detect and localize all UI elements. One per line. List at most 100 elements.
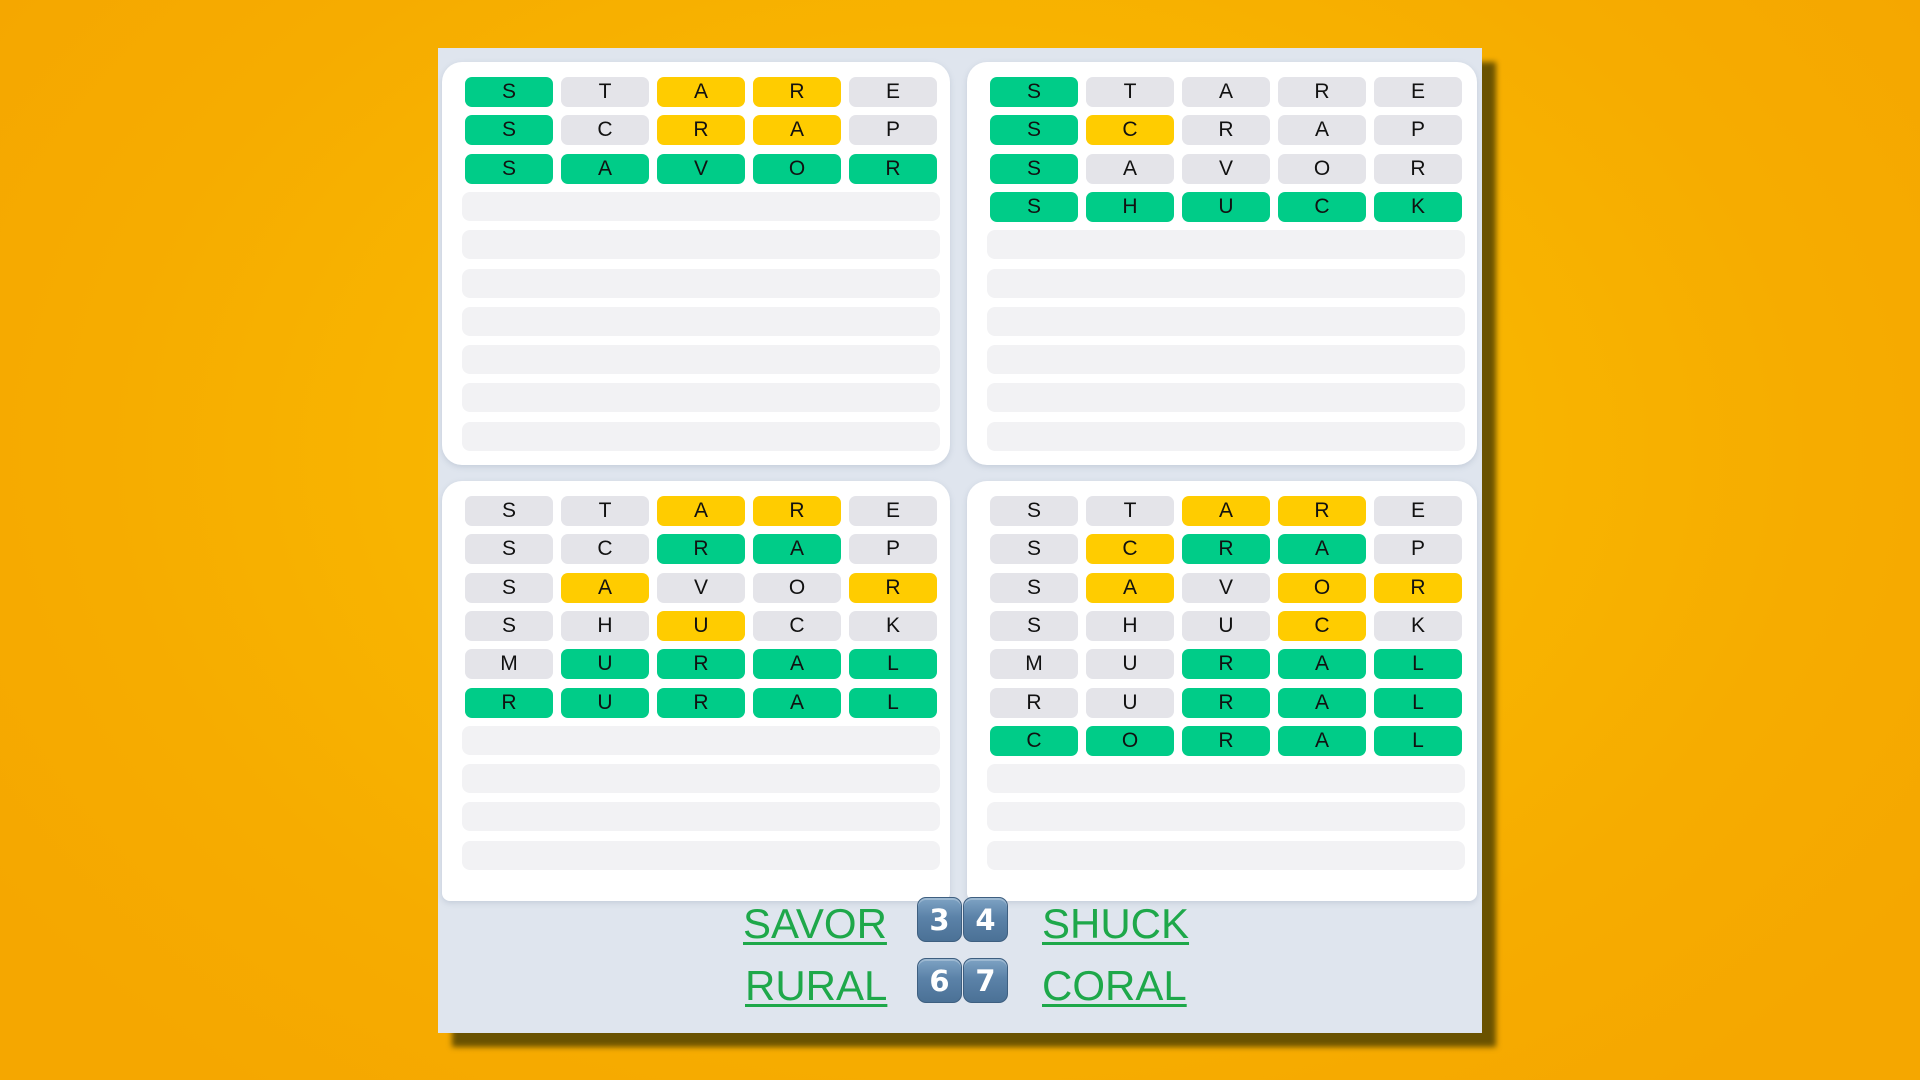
letter-tile-correct: L [1374,649,1462,680]
guess-row: STARE [990,496,1462,526]
letter-tile-absent: S [990,572,1078,603]
letter-tile-absent: C [561,115,649,146]
letter-tile-present: A [561,572,649,603]
letter-tile-absent: R [1182,115,1270,146]
empty-guess-row [462,306,940,336]
guess-row: SCRAP [465,115,937,146]
letter-tile-absent: V [1182,572,1270,603]
letter-tile-present: U [657,610,745,641]
empty-guess-row [987,802,1465,832]
letter-tile-absent: E [1374,77,1462,107]
letter-tile-absent: S [465,572,553,603]
letter-tile-absent: A [1086,153,1174,184]
letter-tile-present: R [1278,496,1366,526]
guess-row: SCRAP [990,534,1462,565]
letter-tile-absent: R [1278,77,1366,107]
letter-tile-correct: U [1182,191,1270,222]
letter-tile-absent: C [561,534,649,565]
letter-tile-absent: U [1086,649,1174,680]
guess-row: SCRAP [990,115,1462,146]
letter-tile-present: A [1086,572,1174,603]
letter-tile-present: O [1278,572,1366,603]
letter-tile-correct: A [1278,534,1366,565]
answer-link-top-left[interactable]: SAVOR [743,900,887,948]
letter-tile-absent: S [990,534,1078,565]
letter-tile-absent: A [1182,77,1270,107]
solved-in-keycaps-bottom: 6 7 [917,958,1008,1003]
letter-tile-present: R [1374,572,1462,603]
letter-tile-correct: S [465,115,553,146]
letter-tile-correct: R [849,153,937,184]
results-panel: STARESCRAPSAVOR STARESCRAPSAVORSHUCK STA… [438,48,1482,1033]
letter-tile-absent: O [1278,153,1366,184]
letter-tile-absent: O [753,572,841,603]
answer-link-bottom-right[interactable]: CORAL [1042,962,1187,1010]
empty-guess-row [462,345,940,375]
letter-tile-absent: M [465,649,553,680]
empty-guess-row [462,802,940,832]
letter-tile-correct: C [1278,191,1366,222]
letter-tile-correct: S [990,191,1078,222]
empty-guess-row [462,383,940,413]
letter-tile-correct: A [1278,649,1366,680]
answer-link-bottom-left[interactable]: RURAL [745,962,887,1010]
letter-tile-correct: C [990,725,1078,756]
letter-tile-present: A [657,77,745,107]
letter-tile-absent: T [561,496,649,526]
guess-row: STARE [465,496,937,526]
empty-guess-row [987,840,1465,870]
letter-tile-present: C [1278,610,1366,641]
letter-tile-absent: T [561,77,649,107]
empty-guess-row [987,421,1465,451]
guess-row: CORAL [990,725,1462,756]
board-bottom-left: STARESCRAPSAVORSHUCKMURALRURAL [442,481,950,901]
letter-tile-absent: R [990,687,1078,718]
empty-guess-row [987,764,1465,794]
solved-in-keycaps-top: 3 4 [917,897,1008,942]
letter-tile-present: A [1182,496,1270,526]
answer-link-top-right[interactable]: SHUCK [1042,900,1189,948]
letter-tile-absent: R [1374,153,1462,184]
letter-tile-correct: R [1182,649,1270,680]
letter-tile-correct: L [1374,687,1462,718]
board-top-right: STARESCRAPSAVORSHUCK [967,62,1477,465]
guess-row: SHUCK [990,191,1462,222]
letter-tile-absent: U [1182,610,1270,641]
letter-tile-present: C [1086,534,1174,565]
letter-tile-correct: H [1086,191,1174,222]
letter-tile-correct: L [1374,725,1462,756]
letter-tile-correct: O [1086,725,1174,756]
letter-tile-correct: A [753,649,841,680]
letter-tile-correct: R [1182,534,1270,565]
letter-tile-correct: O [753,153,841,184]
letter-tile-absent: S [990,610,1078,641]
letter-tile-absent: S [990,496,1078,526]
answers-summary: SAVOR 3 4 SHUCK RURAL 6 7 CORAL [438,876,1482,1033]
keycap-digit-icon: 6 [917,958,962,1003]
letter-tile-absent: P [849,115,937,146]
guess-row: SCRAP [465,534,937,565]
letter-tile-present: A [753,115,841,146]
letter-tile-correct: U [561,649,649,680]
letter-tile-absent: T [1086,496,1174,526]
empty-guess-row [462,725,940,755]
letter-tile-absent: A [1278,115,1366,146]
guess-row: SAVOR [465,153,937,184]
letter-tile-present: R [753,496,841,526]
letter-tile-correct: S [465,153,553,184]
letter-tile-absent: C [753,610,841,641]
letter-tile-correct: R [1182,687,1270,718]
letter-tile-correct: K [1374,191,1462,222]
letter-tile-correct: L [849,687,937,718]
letter-tile-correct: V [657,153,745,184]
letter-tile-absent: V [1182,153,1270,184]
letter-tile-absent: P [849,534,937,565]
letter-tile-present: R [849,572,937,603]
letter-tile-absent: P [1374,115,1462,146]
keycap-digit-icon: 3 [917,897,962,942]
empty-guess-row [462,230,940,260]
letter-tile-correct: A [753,534,841,565]
empty-guess-row [462,191,940,221]
letter-tile-absent: P [1374,534,1462,565]
letter-tile-absent: S [465,610,553,641]
